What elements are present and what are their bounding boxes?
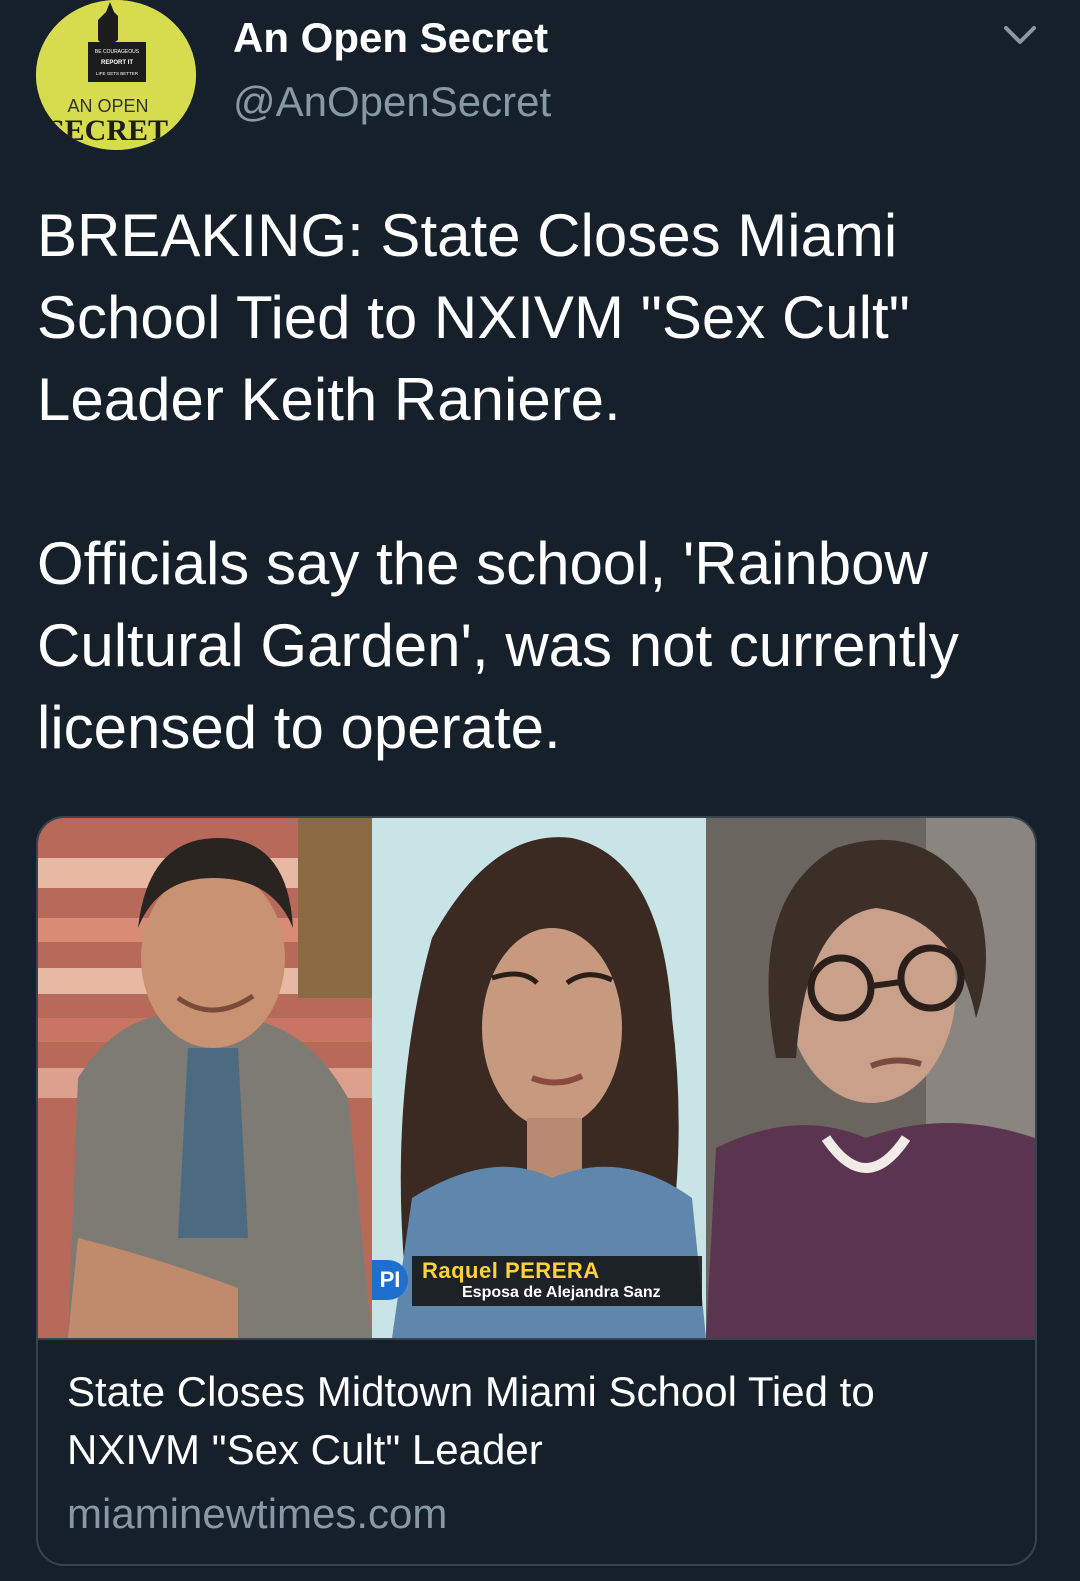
- tweet-view: BE COURAGEOUS REPORT IT LIFE GETS BETTER…: [0, 0, 1080, 1581]
- chevron-down-icon: [1004, 26, 1036, 44]
- card-domain[interactable]: miaminewtimes.com: [67, 1490, 447, 1538]
- avatar[interactable]: BE COURAGEOUS REPORT IT LIFE GETS BETTER…: [36, 0, 196, 150]
- avatar-text-1: BE COURAGEOUS: [95, 49, 140, 55]
- link-preview-card[interactable]: PI Raquel PERERA Esposa de Alejandra San…: [36, 816, 1037, 1566]
- photo-panel-3: [706, 818, 1035, 1338]
- more-menu-button[interactable]: [1000, 20, 1040, 50]
- photo-panel-1: [38, 818, 372, 1338]
- lower-third-name: Raquel PERERA: [422, 1258, 600, 1283]
- tweet-text: BREAKING: State Closes Miami School Tied…: [37, 195, 1047, 769]
- avatar-text-4: AN OPEN: [67, 96, 148, 116]
- tweet-paragraph-2: Officials say the school, 'Rainbow Cultu…: [37, 530, 959, 761]
- display-name[interactable]: An Open Secret: [233, 14, 548, 62]
- avatar-text-3: LIFE GETS BETTER: [96, 71, 139, 76]
- photo-panel-2: PI Raquel PERERA Esposa de Alejandra San…: [372, 818, 706, 1338]
- card-title[interactable]: State Closes Midtown Miami School Tied t…: [67, 1363, 997, 1479]
- channel-logo: PI: [372, 1260, 408, 1300]
- lower-third: PI Raquel PERERA Esposa de Alejandra San…: [372, 1252, 706, 1308]
- user-handle[interactable]: @AnOpenSecret: [233, 78, 551, 126]
- avatar-text-5: SECRET: [48, 114, 168, 147]
- card-image[interactable]: PI Raquel PERERA Esposa de Alejandra San…: [38, 818, 1035, 1338]
- avatar-logo: BE COURAGEOUS REPORT IT LIFE GETS BETTER…: [36, 0, 196, 150]
- tweet-paragraph-1: BREAKING: State Closes Miami School Tied…: [37, 202, 910, 433]
- lower-third-subtitle: Esposa de Alejandra Sanz: [462, 1284, 661, 1301]
- card-divider: [38, 1338, 1035, 1340]
- avatar-text-2: REPORT IT: [101, 60, 133, 66]
